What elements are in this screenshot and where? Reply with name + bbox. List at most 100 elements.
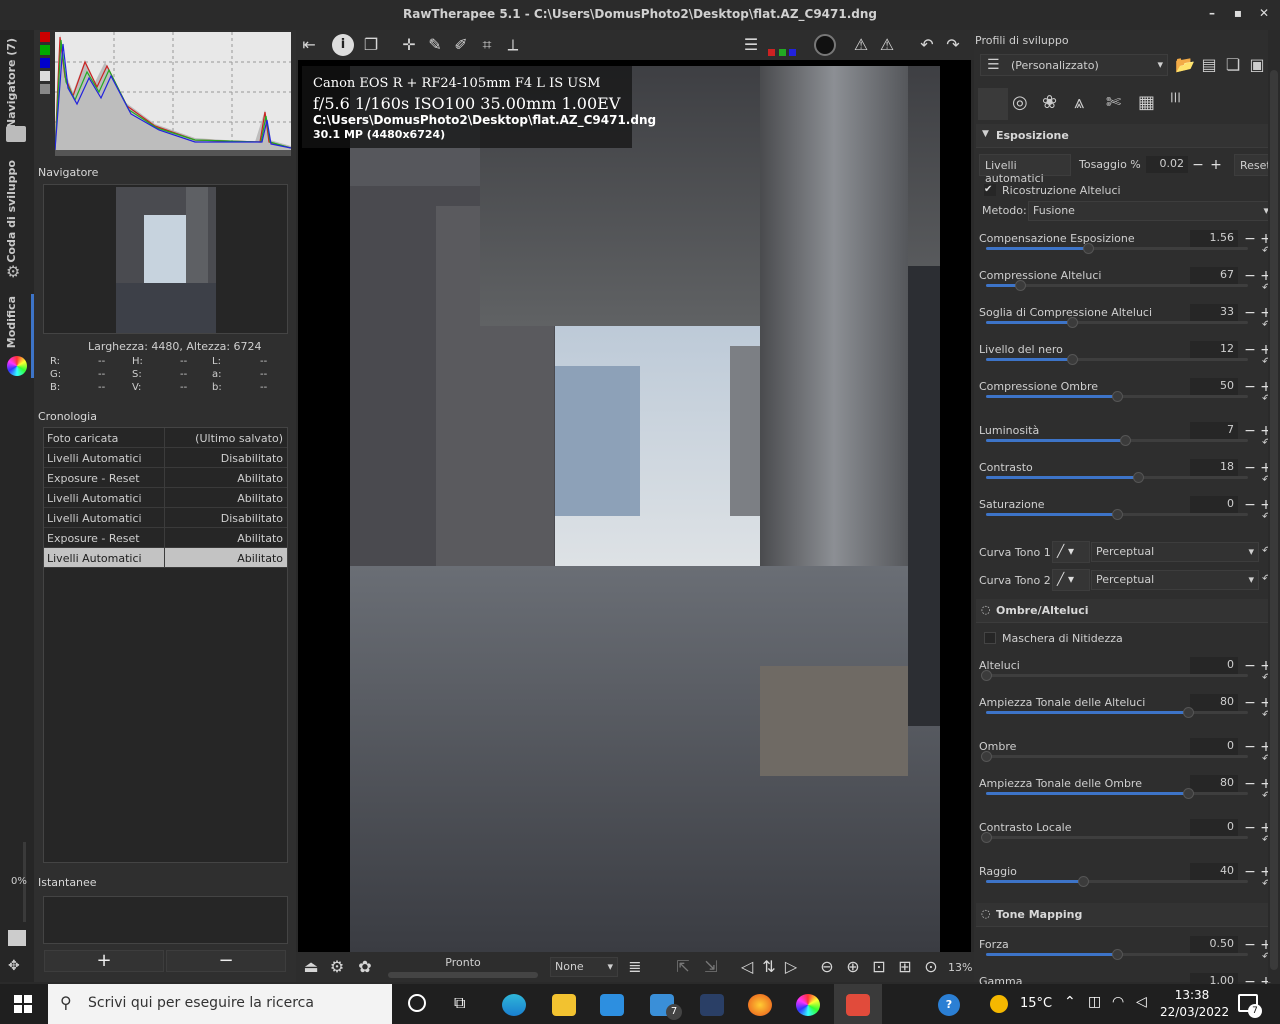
exposure-slider-0-slider[interactable] [986, 243, 1248, 254]
zoom-in-icon[interactable]: ⊕ [842, 956, 864, 978]
edge-icon[interactable] [502, 994, 526, 1016]
exposure-slider-1-minus-button[interactable]: − [1244, 269, 1256, 283]
store-icon[interactable] [600, 994, 624, 1016]
save-profile-icon[interactable]: ▤ [1198, 54, 1220, 76]
shadows-slider-1-minus-button[interactable]: − [1244, 696, 1256, 710]
firefox-icon[interactable] [748, 994, 772, 1016]
shadows-slider-5-slider[interactable] [986, 876, 1248, 887]
exposure-slider-7-slider-knob[interactable] [1112, 509, 1123, 520]
detail-tab-icon[interactable]: ◎ [1012, 92, 1028, 113]
zoom-out-icon[interactable]: ⊖ [816, 956, 838, 978]
remove-snapshot-button[interactable]: − [166, 950, 286, 972]
exposure-slider-1-slider[interactable] [986, 280, 1248, 291]
shadow-clip-warning-icon[interactable]: ⚠ [850, 34, 872, 56]
curve2-mode-dropdown[interactable]: Perceptual ▾ [1091, 570, 1259, 590]
navigate-previous-icon[interactable]: ◁ [736, 956, 758, 978]
rotate-right-icon[interactable]: ↷ [942, 34, 964, 56]
shadows-slider-3-slider-knob[interactable] [1182, 788, 1194, 799]
exposure-slider-6-slider-knob[interactable] [1132, 472, 1144, 483]
white-balance-picker-icon[interactable]: ✎ [424, 34, 446, 56]
power-icon[interactable]: ◌ [981, 907, 991, 920]
shadows-slider-3-minus-button[interactable]: − [1244, 777, 1256, 791]
histogram-channel-buttons[interactable] [40, 32, 52, 144]
history-row[interactable]: Exposure - Reset Abilitato [44, 528, 287, 548]
active-app-icon[interactable] [846, 994, 870, 1016]
exposure-slider-1-value[interactable]: 67 [1190, 267, 1238, 284]
clock-date[interactable]: 22/03/2022 [1160, 1005, 1229, 1019]
editor-icon[interactable]: ✿ [354, 956, 376, 978]
advanced-tab-icon[interactable]: ⩓ [1074, 92, 1084, 113]
next-image-icon[interactable]: ⇲ [700, 956, 722, 978]
exposure-section-header[interactable]: ▼ Esposizione [976, 124, 1278, 148]
exposure-slider-3-slider[interactable] [986, 354, 1248, 365]
color-tab-icon[interactable]: ❀ [1042, 92, 1057, 113]
wifi-icon[interactable]: ◠ [1112, 994, 1124, 1010]
shadows-slider-4-value[interactable]: 0 [1190, 819, 1238, 836]
zoom-100-icon[interactable]: ⊙ [920, 956, 942, 978]
shadows-slider-5-minus-button[interactable]: − [1244, 865, 1256, 879]
curve2-type-button[interactable]: ╱ ▾ [1052, 569, 1090, 591]
method-dropdown[interactable]: Fusione ▾ [1028, 201, 1274, 221]
right-scrollbar[interactable] [1268, 30, 1280, 982]
profile-select[interactable]: None ▾ [550, 957, 618, 977]
sharp-mask-checkbox[interactable] [984, 632, 996, 644]
exposure-slider-6-value[interactable]: 18 [1190, 459, 1238, 476]
exposure-slider-0-value[interactable]: 1.56 [1190, 230, 1238, 247]
hand-tool-icon[interactable]: ✛ [398, 34, 420, 56]
task-view-icon[interactable]: ⧉ [454, 993, 465, 1013]
app-icon[interactable] [700, 994, 724, 1016]
curve1-type-button[interactable]: ╱ ▾ [1052, 541, 1090, 563]
tab-edit[interactable]: Modifica [5, 296, 18, 348]
shadows-slider-3-slider[interactable] [986, 788, 1248, 799]
add-snapshot-button[interactable]: + [44, 950, 164, 972]
shadows-slider-2-minus-button[interactable]: − [1244, 740, 1256, 754]
curve1-mode-dropdown[interactable]: Perceptual ▾ [1091, 542, 1259, 562]
rawtherapee-icon[interactable] [796, 994, 820, 1016]
exposure-slider-2-value[interactable]: 33 [1190, 304, 1238, 321]
tab-navigator[interactable]: Navigatore (7) [5, 38, 18, 128]
transform-tab-icon[interactable]: ✄ [1106, 92, 1121, 113]
before-after-icon[interactable]: ❐ [360, 34, 382, 56]
exposure-slider-0-minus-button[interactable]: − [1244, 232, 1256, 246]
load-profile-icon[interactable]: 📂 [1174, 54, 1196, 76]
zoom-fit-icon[interactable]: ⊡ [868, 956, 890, 978]
tm-force-minus-button[interactable]: − [1244, 938, 1256, 952]
exposure-slider-1-slider-knob[interactable] [1015, 280, 1027, 291]
exposure-slider-7-minus-button[interactable]: − [1244, 498, 1256, 512]
save-image-icon[interactable]: ⏏ [300, 956, 322, 978]
maximize-button[interactable]: ▪ [1226, 6, 1250, 24]
info-icon[interactable]: i [332, 34, 354, 56]
auto-levels-button[interactable]: Livelli automatici [979, 154, 1071, 185]
clip-value[interactable]: 0.02 [1146, 156, 1188, 173]
straighten-icon[interactable]: ⟂ [502, 34, 524, 56]
tone-mapping-section-header[interactable]: ◌ Tone Mapping [976, 903, 1278, 927]
exposure-tab-icon[interactable] [978, 88, 1008, 120]
shadows-slider-3-value[interactable]: 80 [1190, 775, 1238, 792]
highlight-clip-warning-icon[interactable]: ⚠ [876, 34, 898, 56]
move-icon[interactable]: ✥ [8, 958, 26, 976]
close-button[interactable]: ✕ [1252, 6, 1276, 24]
power-icon[interactable]: ◌ [981, 603, 991, 616]
exposure-slider-2-minus-button[interactable]: − [1244, 306, 1256, 320]
piano-icon[interactable] [8, 930, 26, 946]
shadows-section-header[interactable]: ◌ Ombre/Alteluci [976, 599, 1278, 623]
exposure-slider-5-slider[interactable] [986, 435, 1248, 446]
copy-profile-icon[interactable]: ❏ [1222, 54, 1244, 76]
exposure-slider-4-slider[interactable] [986, 391, 1248, 402]
history-row[interactable]: Exposure - Reset Abilitato [44, 468, 287, 488]
color-picker-icon[interactable]: ✐ [450, 34, 472, 56]
preview-mode-icon[interactable]: ☰ [740, 34, 762, 56]
shadows-slider-2-slider-knob[interactable] [981, 751, 992, 762]
windows-start-icon[interactable] [14, 995, 32, 1013]
history-row[interactable]: Livelli Automatici Abilitato [44, 488, 287, 508]
sync-icon[interactable]: ⇅ [758, 956, 780, 978]
previous-image-icon[interactable]: ⇱ [672, 956, 694, 978]
history-row[interactable]: Foto caricata (Ultimo salvato) [44, 428, 287, 448]
history-row[interactable]: Livelli Automatici Disabilitato [44, 508, 287, 528]
folder-icon[interactable] [6, 126, 26, 142]
exposure-slider-7-value[interactable]: 0 [1190, 496, 1238, 513]
exposure-slider-4-value[interactable]: 50 [1190, 378, 1238, 395]
shadows-slider-2-slider[interactable] [981, 751, 1248, 762]
zoom-fit-crop-icon[interactable]: ⊞ [894, 956, 916, 978]
volume-icon[interactable]: ◁ [1136, 994, 1147, 1010]
